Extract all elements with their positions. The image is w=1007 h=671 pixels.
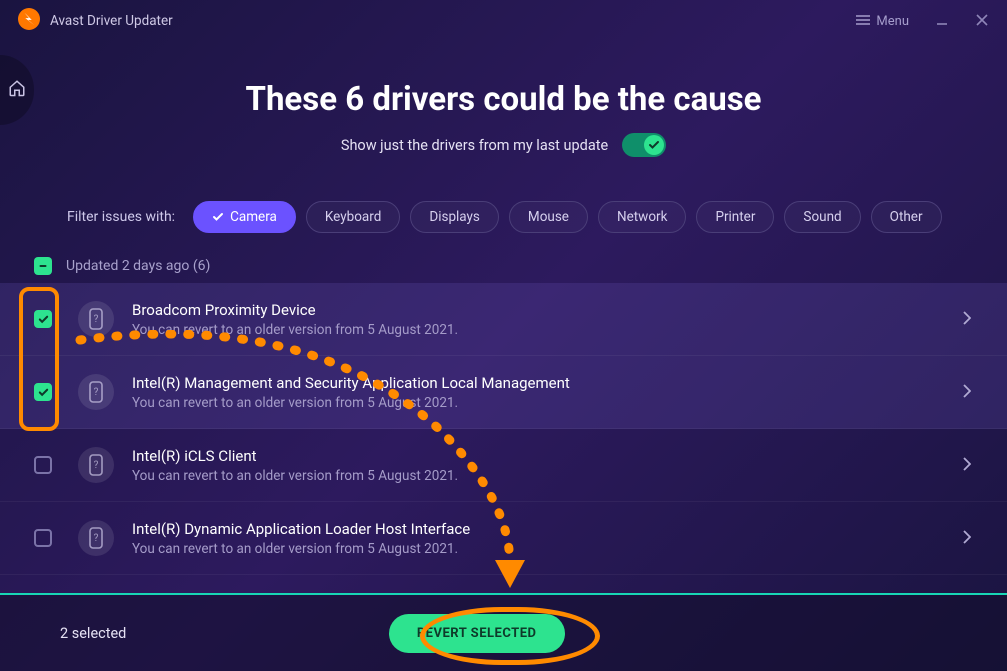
driver-text: Intel(R) Management and Security Applica… [132, 374, 963, 411]
driver-subtitle: You can revert to an older version from … [132, 322, 963, 338]
device-icon: ? [78, 301, 114, 337]
chevron-right-icon [963, 529, 971, 548]
group-header: Updated 2 days ago (6) [0, 233, 1007, 283]
filter-chip-displays[interactable]: Displays [410, 201, 499, 233]
group-checkbox[interactable] [34, 257, 52, 275]
filter-label: Filter issues with: [67, 209, 175, 225]
driver-row[interactable]: ? Intel(R) Management and Security Applic… [0, 356, 1007, 429]
device-icon: ? [78, 520, 114, 556]
device-icon: ? [78, 447, 114, 483]
titlebar: Avast Driver Updater Menu [0, 0, 1007, 42]
svg-text:?: ? [94, 460, 99, 471]
titlebar-right: Menu [856, 12, 989, 31]
home-icon [8, 79, 26, 101]
device-icon: ? [78, 374, 114, 410]
page-title: These 6 drivers could be the cause [0, 80, 1007, 119]
driver-title: Intel(R) Management and Security Applica… [132, 374, 963, 392]
main-content: These 6 drivers could be the cause Show … [0, 42, 1007, 575]
menu-button[interactable]: Menu [856, 14, 909, 29]
subtitle-row: Show just the drivers from my last updat… [0, 133, 1007, 157]
driver-row[interactable]: ? Intel(R) iCLS Client You can revert to a… [0, 429, 1007, 502]
svg-text:?: ? [94, 387, 99, 398]
chevron-right-icon [963, 456, 971, 475]
bottom-bar: 2 selected REVERT SELECTED [0, 593, 1007, 671]
driver-checkbox[interactable] [34, 456, 52, 474]
filter-chip-other[interactable]: Other [871, 201, 942, 233]
driver-row[interactable]: ? Intel(R) Dynamic Application Loader Hos… [0, 502, 1007, 575]
filter-chip-printer[interactable]: Printer [696, 201, 774, 233]
menu-label: Menu [876, 14, 909, 29]
driver-checkbox[interactable] [34, 383, 52, 401]
svg-text:?: ? [94, 314, 99, 325]
driver-subtitle: You can revert to an older version from … [132, 541, 963, 557]
titlebar-left: Avast Driver Updater [18, 8, 173, 34]
driver-title: Broadcom Proximity Device [132, 301, 963, 319]
driver-title: Intel(R) iCLS Client [132, 447, 963, 465]
driver-subtitle: You can revert to an older version from … [132, 468, 963, 484]
app-title: Avast Driver Updater [50, 13, 173, 29]
hamburger-icon [856, 14, 870, 29]
filter-chip-mouse[interactable]: Mouse [509, 201, 588, 233]
filter-chip-camera[interactable]: Camera [193, 201, 296, 233]
filter-chips: Camera Keyboard Displays Mouse Network Printe… [193, 201, 941, 233]
chevron-right-icon [963, 310, 971, 329]
revert-selected-button[interactable]: REVERT SELECTED [389, 614, 565, 653]
driver-checkbox[interactable] [34, 310, 52, 328]
driver-checkbox[interactable] [34, 529, 52, 547]
group-label: Updated 2 days ago (6) [66, 258, 210, 274]
filter-toggle[interactable] [622, 133, 666, 157]
avast-logo-icon [18, 8, 40, 34]
driver-subtitle: You can revert to an older version from … [132, 395, 963, 411]
driver-text: Intel(R) Dynamic Application Loader Host… [132, 520, 963, 557]
filter-toggle-label: Show just the drivers from my last updat… [341, 137, 608, 154]
close-button[interactable] [975, 12, 989, 31]
minimize-button[interactable] [935, 12, 949, 31]
driver-row[interactable]: ? Broadcom Proximity Device You can revert… [0, 283, 1007, 356]
svg-text:?: ? [94, 533, 99, 544]
filter-chip-keyboard[interactable]: Keyboard [306, 201, 400, 233]
filter-chip-network[interactable]: Network [598, 201, 686, 233]
filter-row: Filter issues with: Camera Keyboard Displa… [0, 157, 1007, 233]
driver-title: Intel(R) Dynamic Application Loader Host… [132, 520, 963, 538]
chevron-right-icon [963, 383, 971, 402]
driver-text: Intel(R) iCLS Client You can revert to an… [132, 447, 963, 484]
toggle-knob [644, 135, 664, 155]
selected-count: 2 selected [60, 625, 126, 642]
driver-list: ? Broadcom Proximity Device You can revert… [0, 283, 1007, 575]
filter-chip-sound[interactable]: Sound [784, 201, 860, 233]
driver-text: Broadcom Proximity Device You can revert … [132, 301, 963, 338]
